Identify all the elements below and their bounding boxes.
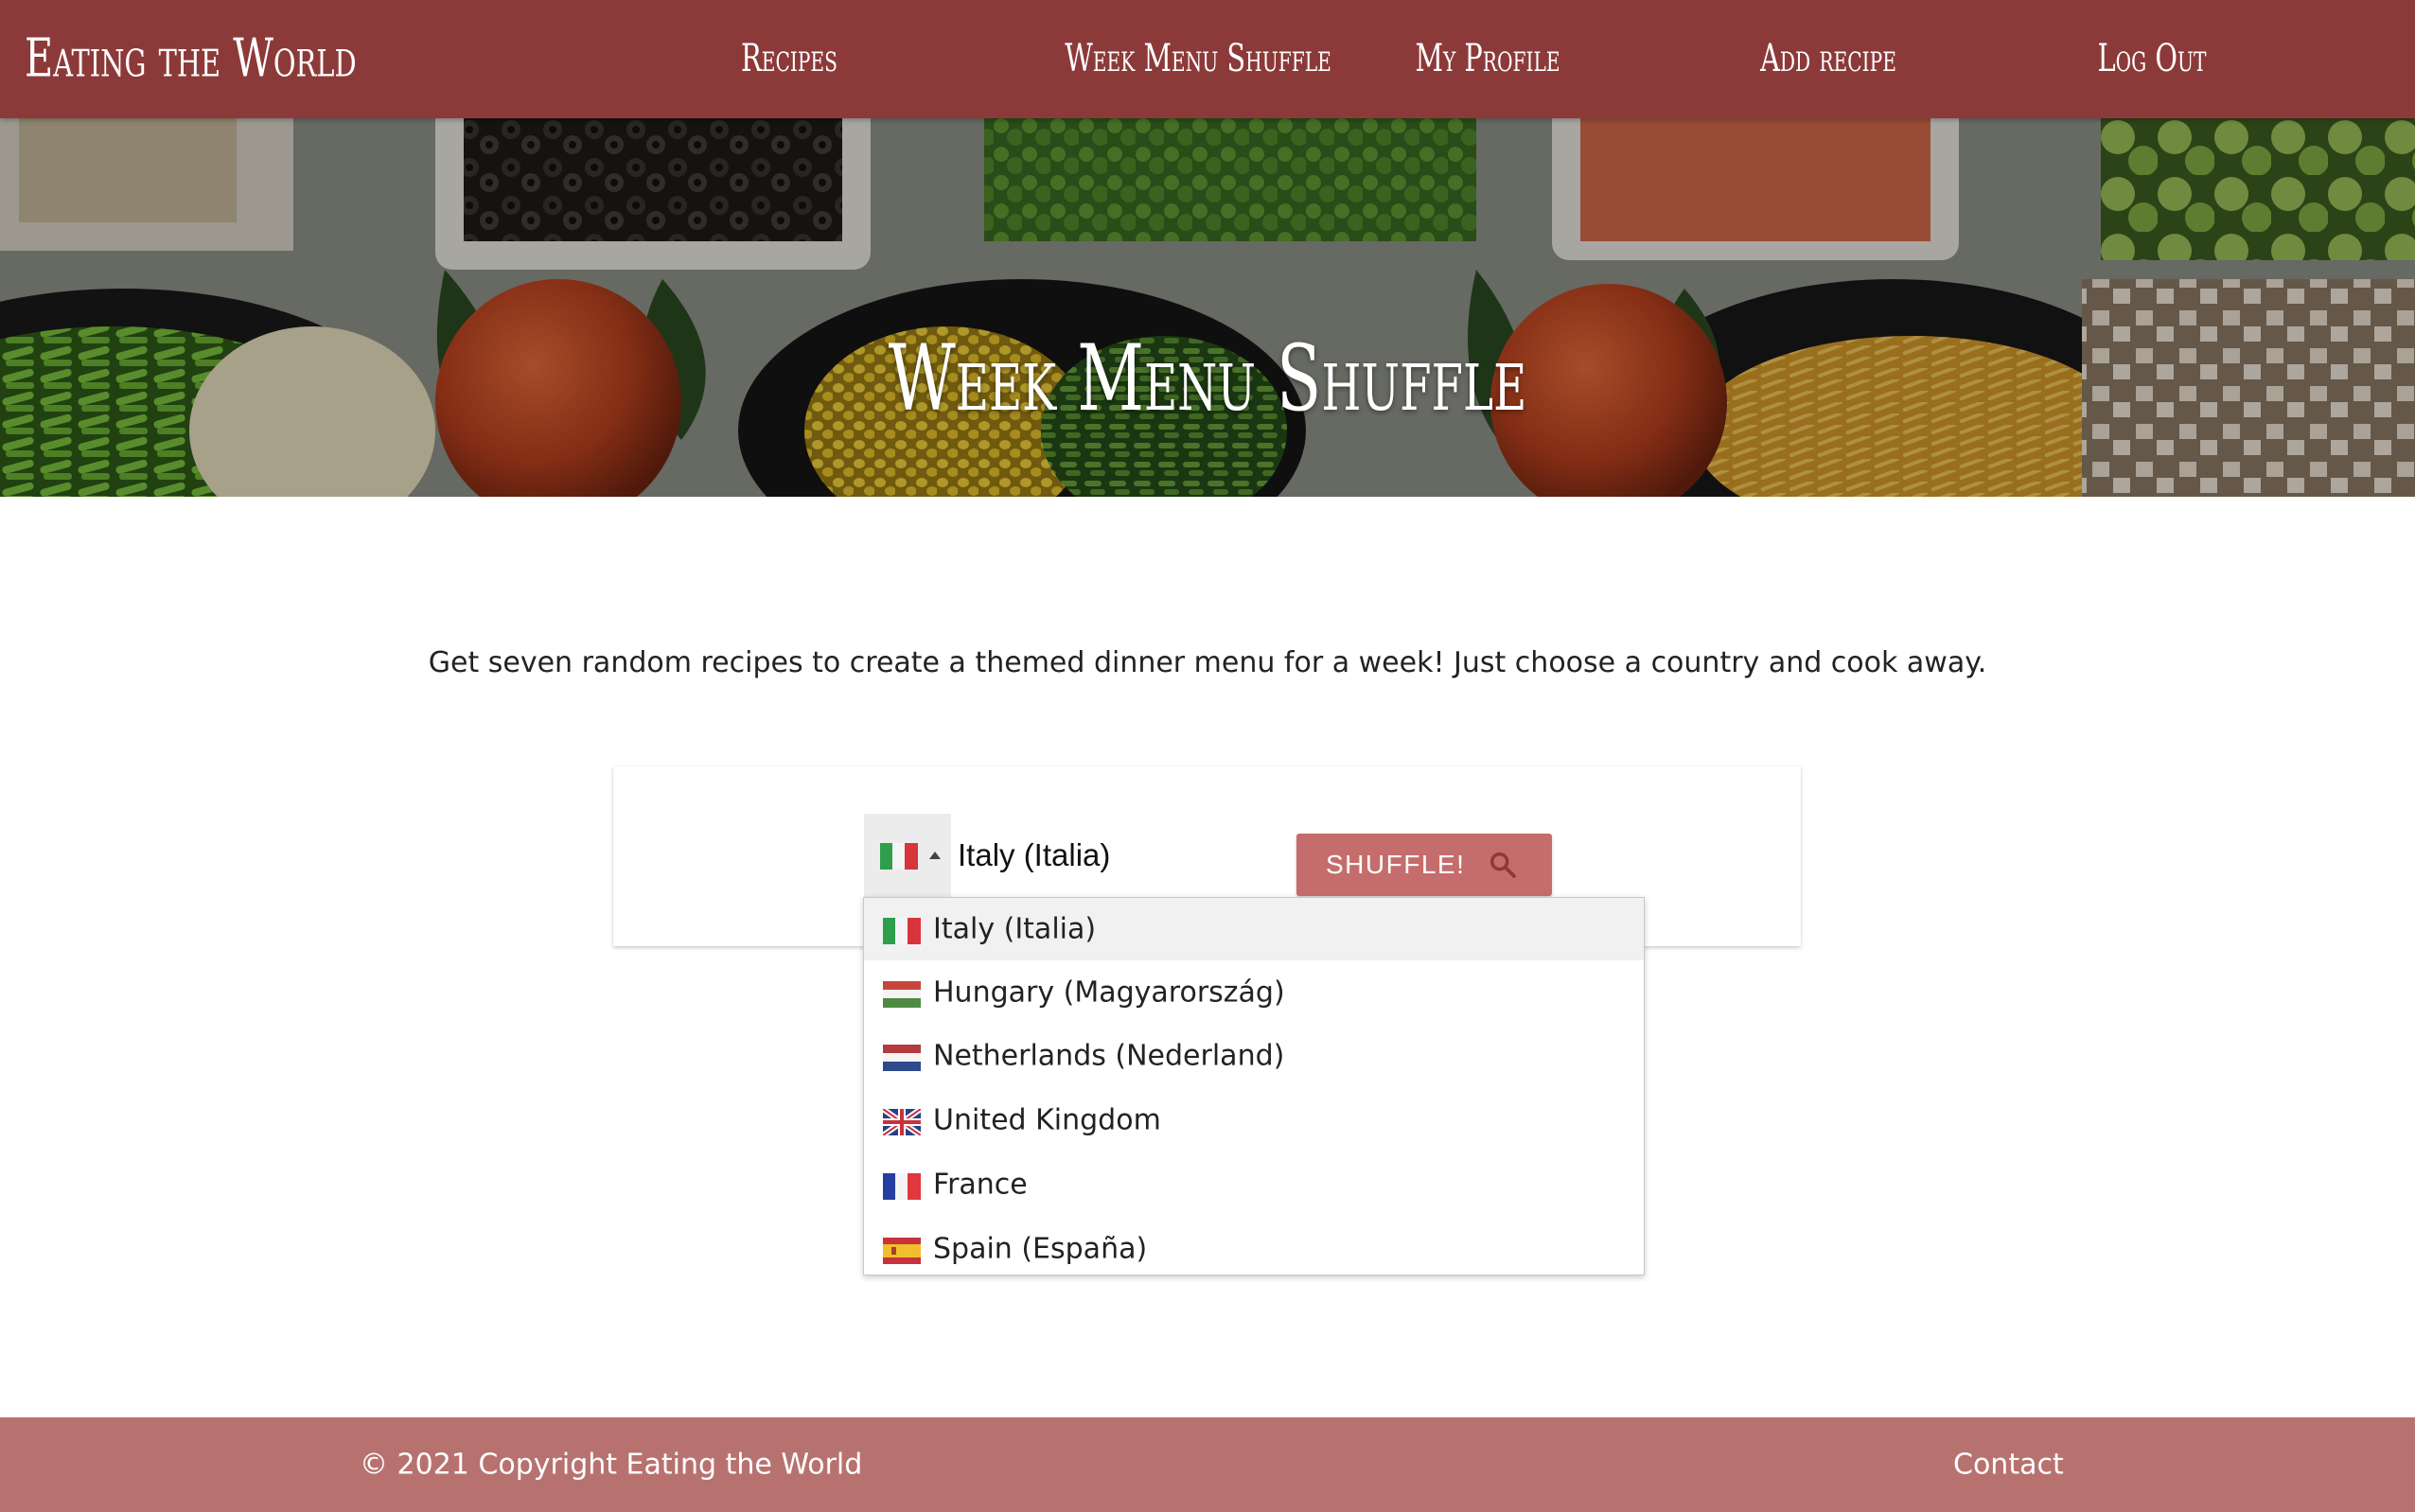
copyright-text: © 2021 Copyright Eating the World [360, 1448, 863, 1482]
france-flag-icon [883, 1173, 921, 1200]
country-flag-dropdown-toggle[interactable] [864, 814, 951, 897]
country-option-label: Spain (España) [933, 1232, 1148, 1266]
intro-text: Get seven random recipes to create a the… [428, 646, 1987, 679]
hero-food-image [0, 118, 2415, 497]
nav-recipes[interactable]: Recipes [741, 37, 837, 80]
netherlands-flag-icon [883, 1045, 921, 1071]
country-option-label: Italy (Italia) [933, 912, 1097, 946]
country-input[interactable] [958, 814, 1279, 897]
nav-add-recipe[interactable]: Add recipe [1760, 37, 1896, 80]
country-option-france[interactable]: France [864, 1153, 1644, 1216]
footer: © 2021 Copyright Eating the World Contac… [0, 1417, 2415, 1512]
page-title: Week Menu Shuffle [888, 325, 1527, 431]
italy-flag-icon [883, 918, 921, 944]
country-dropdown-list: Italy (Italia) Hungary (Magyarország) Ne… [863, 897, 1645, 1275]
navbar: Eating the World Recipes Week Menu Shuff… [0, 0, 2415, 118]
country-option-hungary[interactable]: Hungary (Magyarország) [864, 961, 1644, 1024]
country-option-label: Hungary (Magyarország) [933, 976, 1285, 1010]
country-option-united-kingdom[interactable]: United Kingdom [864, 1089, 1644, 1152]
spain-flag-icon [883, 1238, 921, 1264]
caret-up-icon [929, 852, 941, 859]
country-option-netherlands[interactable]: Netherlands (Nederland) [864, 1025, 1644, 1087]
italy-flag-icon [880, 843, 918, 870]
search-icon [1490, 852, 1516, 878]
country-option-italy[interactable]: Italy (Italia) [864, 898, 1644, 960]
nav-week-menu-shuffle[interactable]: Week Menu Shuffle [1065, 37, 1331, 80]
hungary-flag-icon [883, 981, 921, 1008]
uk-flag-icon [883, 1109, 921, 1135]
brand-logo[interactable]: Eating the World [25, 28, 357, 90]
country-option-label: United Kingdom [933, 1103, 1161, 1137]
shuffle-button[interactable]: SHUFFLE! [1296, 834, 1552, 896]
nav-my-profile[interactable]: My Profile [1415, 37, 1560, 80]
hero-banner: Week Menu Shuffle [0, 118, 2415, 497]
contact-link[interactable]: Contact [1953, 1449, 2064, 1482]
shuffle-button-label: SHUFFLE! [1326, 850, 1466, 879]
nav-log-out[interactable]: Log Out [2098, 37, 2207, 80]
country-option-label: Netherlands (Nederland) [933, 1039, 1285, 1073]
country-option-spain[interactable]: Spain (España) [864, 1218, 1644, 1275]
country-option-label: France [933, 1168, 1028, 1202]
